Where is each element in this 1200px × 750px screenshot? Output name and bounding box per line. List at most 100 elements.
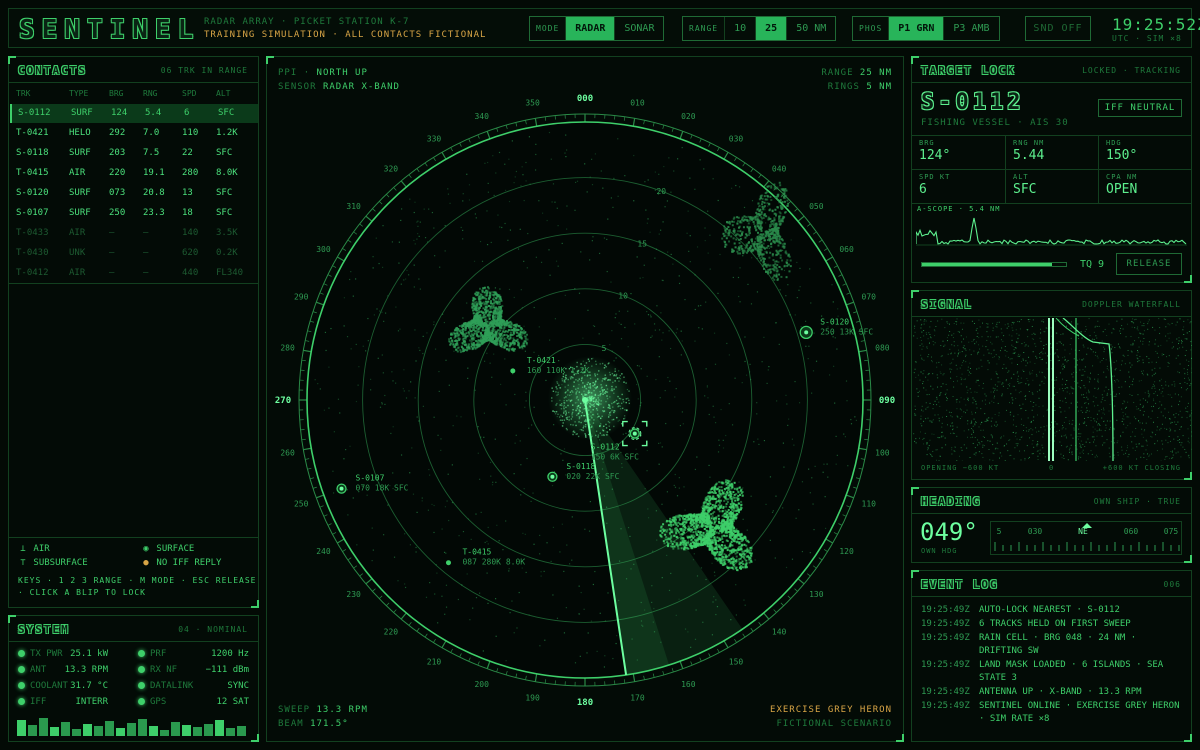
noise-speck (378, 262, 380, 265)
bearing-tick (833, 265, 838, 268)
noise-speck (658, 463, 660, 465)
legend-no-iff: ● NO IFF REPLY (141, 558, 221, 568)
bearing-tick (807, 223, 811, 227)
noise-speck (791, 438, 794, 440)
clutter-speck (599, 390, 601, 393)
contact-row[interactable]: T-0433 AIR — — 140 3.5K (10, 224, 258, 243)
mode-radar-button[interactable]: RADAR (565, 17, 615, 40)
noise-speck (811, 477, 813, 479)
status-ok-icon (18, 682, 25, 689)
bearing-label: 230 (346, 590, 361, 599)
noise-speck (426, 332, 428, 334)
noise-speck (589, 176, 591, 178)
clutter-speck (563, 399, 565, 402)
clutter-speck (616, 403, 619, 405)
clutter-speck (579, 406, 581, 409)
bearing-label: 130 (809, 590, 824, 599)
clutter-speck (578, 421, 580, 423)
phos-p1-button[interactable]: P1 GRN (888, 17, 944, 40)
noise-speck (694, 468, 697, 471)
mode-sonar-button[interactable]: SONAR (614, 17, 663, 40)
bearing-label: 190 (525, 693, 540, 702)
noise-speck (418, 420, 420, 422)
noise-speck (700, 567, 703, 569)
ring-label: 15 (637, 239, 647, 248)
noise-speck (782, 507, 784, 509)
noise-speck (520, 289, 522, 291)
noise-speck (583, 608, 585, 610)
noise-speck (481, 260, 484, 262)
bearing-tick (416, 627, 420, 632)
clutter-speck (583, 414, 585, 417)
noise-speck (711, 562, 713, 564)
level-bar (193, 727, 202, 736)
station-subtitle: RADAR ARRAY · PICKET STATION K-7 (204, 17, 410, 27)
bearing-tick (441, 152, 447, 160)
clutter-speck (611, 402, 613, 405)
clutter-speck (577, 380, 579, 382)
noise-speck (634, 323, 636, 325)
clutter-speck (578, 409, 580, 411)
sound-toggle-button[interactable]: SND OFF (1025, 16, 1091, 41)
noise-speck (521, 166, 523, 168)
contact-brg: — (109, 268, 115, 278)
noise-speck (593, 325, 596, 328)
lock-status: LOCKED · TRACKING (1082, 66, 1181, 75)
contact-row[interactable]: S-0120 SURF 073 20.8 13 SFC (10, 184, 258, 203)
clutter-speck (605, 390, 607, 393)
clutter-speck (560, 408, 563, 410)
clutter-speck (624, 409, 626, 411)
noise-speck (446, 500, 448, 502)
bearing-tick (534, 118, 538, 127)
range-25-button[interactable]: 25 (755, 17, 787, 40)
noise-speck (399, 328, 401, 330)
radar-ppi-display[interactable]: 000 010 020 030 040 050 060 070 080 090 100 110 120 1… (267, 57, 903, 741)
noise-speck (660, 312, 662, 314)
noise-speck (466, 173, 468, 175)
bearing-tick (337, 538, 345, 544)
contact-row[interactable]: T-0421 HELO 292 7.0 110 1.2K (10, 124, 258, 143)
noise-speck (445, 606, 448, 608)
noise-speck (429, 582, 431, 584)
radar-rings-readout: RINGS 5 NM (827, 82, 892, 92)
heading-pointer-icon (1082, 523, 1092, 528)
noise-speck (667, 376, 669, 379)
noise-speck (714, 363, 717, 365)
clutter-speck (594, 386, 596, 389)
noise-speck (835, 435, 837, 438)
ascope-trace (916, 217, 1187, 246)
noise-speck (416, 511, 418, 513)
noise-speck (395, 306, 397, 308)
noise-speck (649, 231, 651, 233)
noise-speck (743, 599, 745, 601)
clutter-speck (612, 381, 614, 384)
release-button[interactable]: RELEASE (1116, 253, 1182, 275)
clutter-speck (614, 401, 616, 403)
noise-speck (414, 243, 416, 245)
bearing-label: 260 (280, 448, 295, 457)
noise-speck (850, 418, 852, 421)
contact-row[interactable]: T-0430 UNK — — 620 0.2K (10, 244, 258, 263)
contact-row[interactable]: S-0107 SURF 250 23.3 18 SFC (10, 204, 258, 223)
contact-row[interactable]: S-0118 SURF 203 7.5 22 SFC (10, 144, 258, 163)
noise-speck (520, 494, 522, 496)
phos-p3-button[interactable]: P3 AMB (943, 17, 998, 40)
air-track-marker (445, 560, 451, 566)
clutter-speck (566, 399, 568, 402)
contact-row[interactable]: S-0112 SURF 124 5.4 6 SFC (10, 104, 258, 123)
clutter-speck (603, 378, 606, 380)
clutter-speck (595, 400, 597, 402)
noise-speck (417, 233, 419, 235)
contact-alt: 8.0K (216, 168, 238, 178)
clutter-speck (606, 388, 609, 390)
contact-row[interactable]: T-0412 AIR — — 440 FL340 (10, 264, 258, 283)
keys-help: KEYS · 1 2 3 RANGE · M MODE · ESC RELEAS… (18, 576, 257, 585)
noise-speck (709, 476, 711, 478)
bearing-tick (750, 627, 754, 632)
noise-speck (422, 405, 424, 407)
contact-row[interactable]: T-0415 AIR 220 19.1 280 8.0K (10, 164, 258, 183)
clutter-speck (565, 410, 567, 412)
range-10-button[interactable]: 10 (724, 17, 755, 40)
exercise-name: EXERCISE GREY HERON (770, 705, 892, 715)
range-50-button[interactable]: 50 NM (786, 17, 835, 40)
